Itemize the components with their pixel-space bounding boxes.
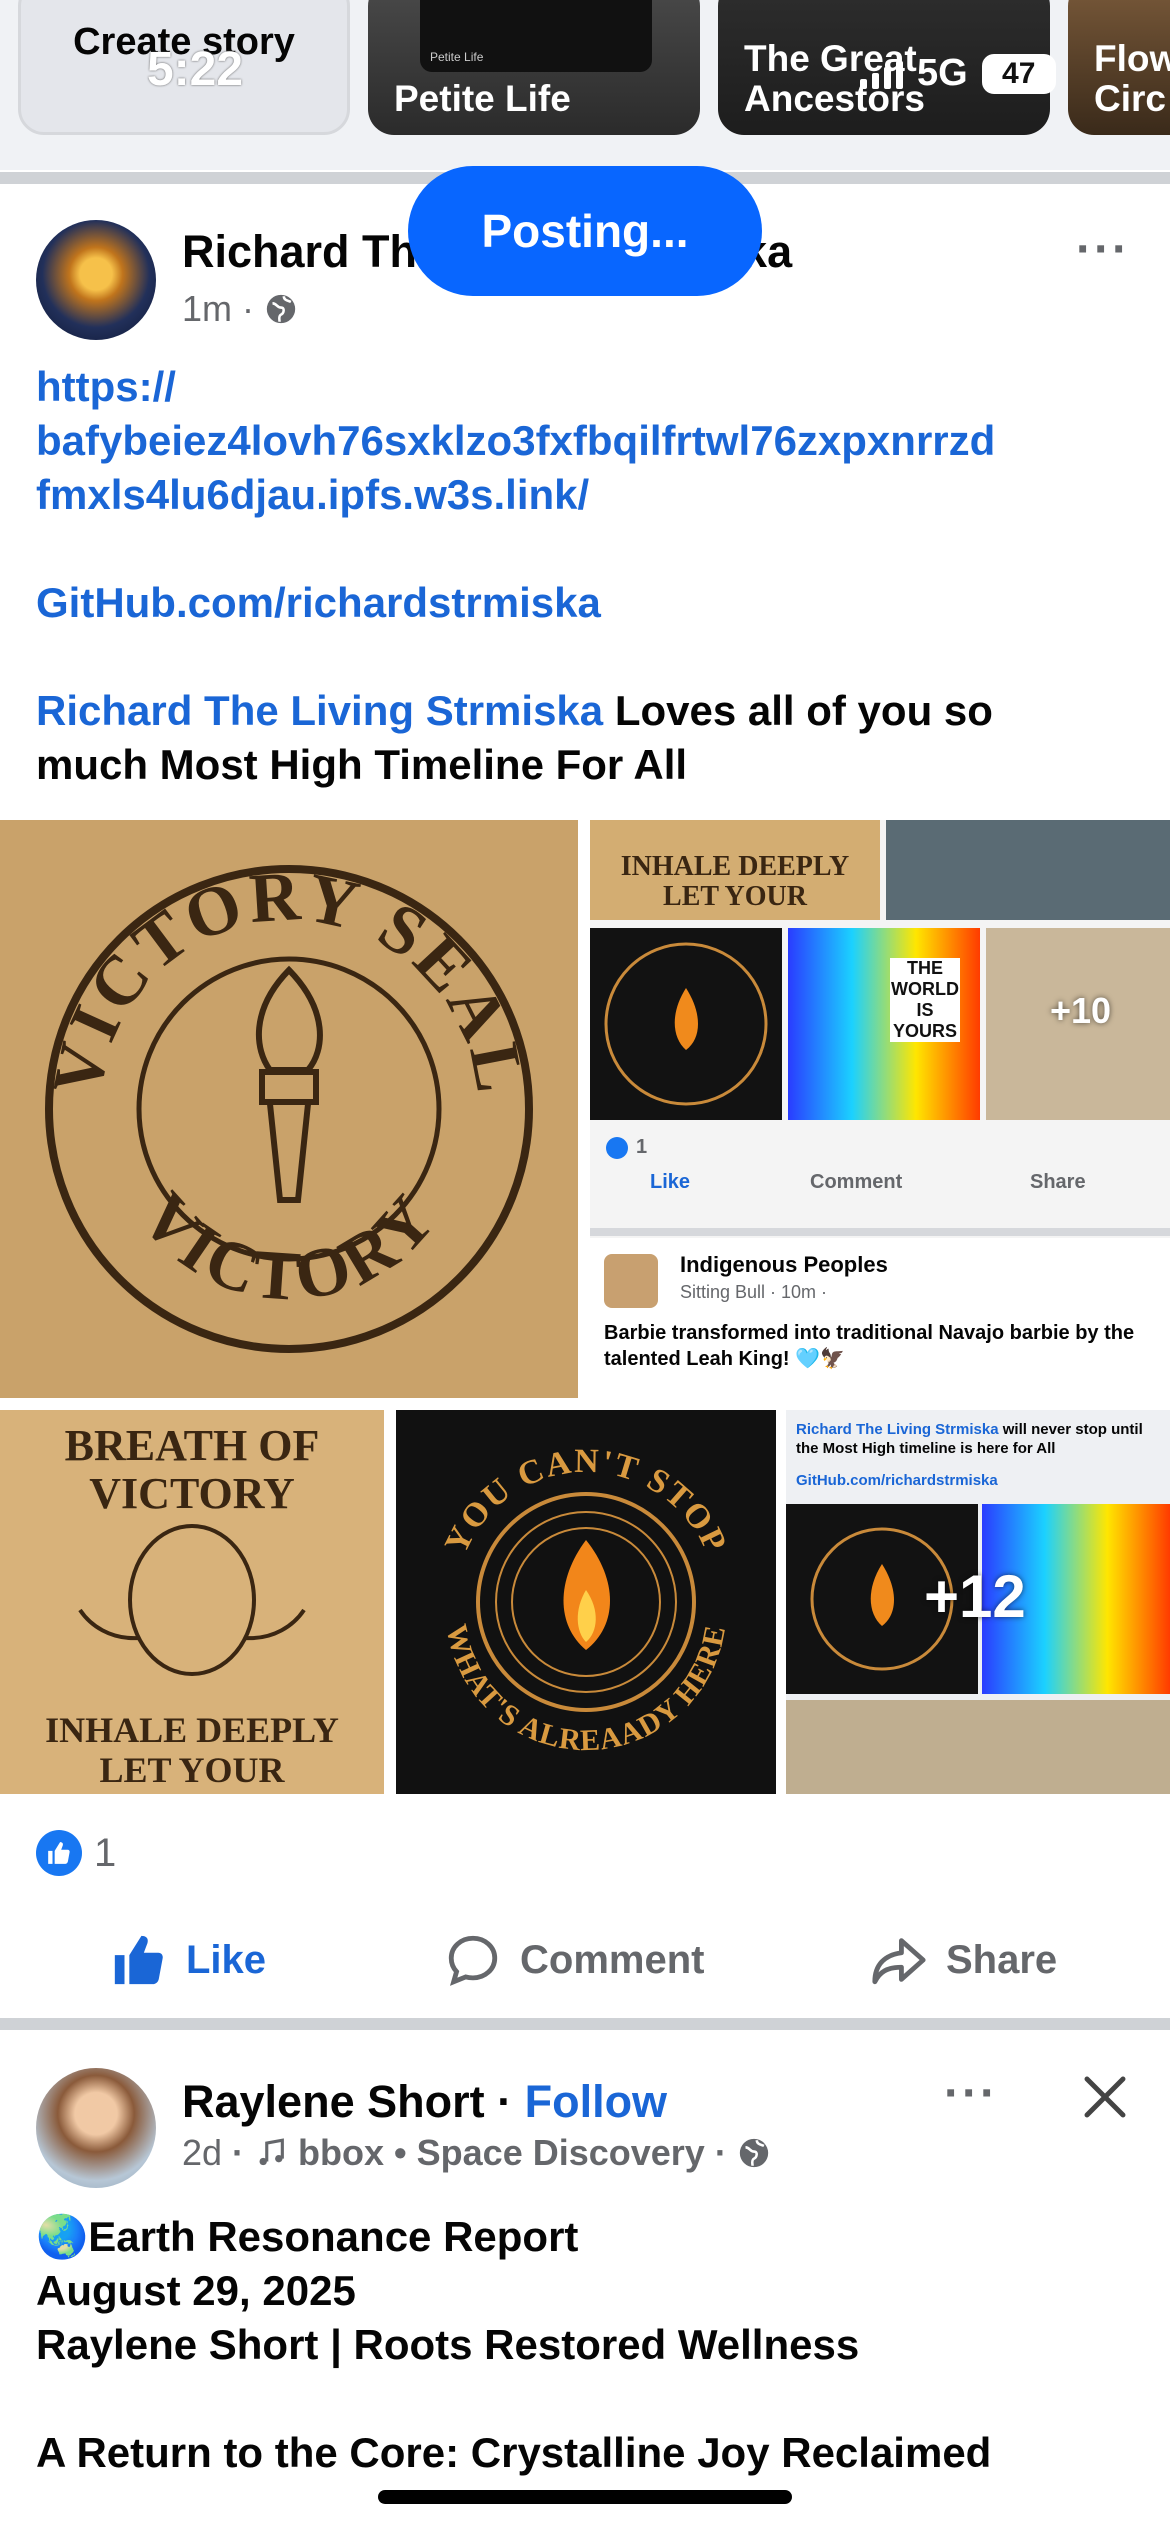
strip-let-your: LET YOUR [663,881,807,912]
avatar[interactable] [36,220,156,340]
post2-text: 🌏Earth Resonance Report August 29, 2025 … [36,2210,1146,2480]
strip-inhale: INHALE DEEPLY [620,851,850,882]
post-text: https:// bafybeiez4lovh76sxklzo3fxfbqilf… [36,360,1146,792]
post-link-3[interactable]: fmxls4lu6djau.ipfs.w3s.link/ [36,468,1146,522]
g5-bottom [786,1700,1170,1794]
meta-dot: · [242,288,255,329]
story-mini-text: Petite Life [430,50,484,64]
avatar[interactable] [36,2068,156,2188]
close-icon[interactable] [1078,2070,1132,2124]
like-reaction-icon [36,1830,82,1876]
mini-group-meta: Sitting Bull · 10m · [680,1282,828,1302]
g5-caption-name: Richard The Living Strmiska [796,1421,999,1438]
photo-more-collage[interactable]: Richard The Living Strmiska will never s… [786,1410,1170,1794]
plus-ten: +10 [1050,990,1112,1031]
post-message: Richard The Living Strmiska Loves all of… [36,684,1146,738]
post-link-1[interactable]: https:// [36,360,1146,414]
status-time: 5:22 [146,43,244,96]
post2-time: 2d [182,2132,223,2173]
story-title: Flow Circ [1094,38,1170,119]
breath-inhale: INHALE DEEPLY [45,1710,339,1750]
post2-meta: 2d · bbox • Space Discovery · [182,2132,771,2174]
message-part-b: much Most High Timeline For All [36,741,688,788]
mini-cant-stop [590,928,782,1120]
story-petite-life[interactable]: Petite Life Petite Life [368,0,700,135]
post2-line-3: Raylene Short | Roots Restored Wellness [36,2321,860,2368]
g5-caption: Richard The Living Strmiska will never s… [796,1420,1160,1458]
signal-icon [860,59,903,89]
story-title: Petite Life [394,78,571,119]
g5-caption-link: GitHub.com/richardstrmiska [796,1472,998,1489]
status-indicators: 5G 47 [860,52,1056,95]
home-indicator[interactable] [378,2490,792,2504]
share-label: Share [946,1937,1058,1982]
breath-let-your: LET YOUR [99,1750,285,1790]
post-time: 1m [182,288,233,329]
photo-screenshot-collage[interactable]: INHALE DEEPLY LET YOUR THE WORLD IS YOURS… [590,820,1170,1398]
follow-button[interactable]: Follow [525,2076,667,2127]
like-button[interactable]: Like [110,1920,266,2000]
meta-dot: · [714,2132,727,2173]
message-part-a: Loves all of you so [603,687,993,734]
reaction-summary[interactable]: 1 [36,1830,116,1876]
posting-banner: Posting... [408,166,762,296]
battery-level: 47 [1002,56,1036,90]
post2-line-2: August 29, 2025 [36,2267,356,2314]
post-actions: Like Comment Share [0,1920,1170,2000]
more-options-icon[interactable]: ··· [944,2066,998,2121]
divider [0,2018,1170,2030]
mini-group-avatar [604,1254,658,1308]
post2-line-5: A Return to the Core: Crystalline Joy Re… [36,2429,992,2476]
post-meta: 1m · [182,288,298,330]
photo-breath-of-victory[interactable]: BREATH OF VICTORY INHALE DEEPLY LET YOUR [0,1410,384,1794]
github-link[interactable]: GitHub.com/richardstrmiska [36,576,1146,630]
post-link-2[interactable]: bafybeiez4lovh76sxklzo3fxfbqilfrtwl76zxp… [36,414,1146,468]
photo-victory-seal[interactable]: VICTORY SEAL VICTORY [0,820,578,1398]
mini-more: +10 [986,928,1170,1120]
more-options-icon[interactable]: ··· [1076,222,1130,277]
mini-share: Share [1030,1170,1086,1193]
strip-breath-text: INHALE DEEPLY LET YOUR [590,852,880,912]
strip-breath: INHALE DEEPLY LET YOUR [590,820,880,920]
post2-author: Raylene Short · Follow [182,2074,667,2130]
post-author-start: Richard Th [182,226,418,277]
globe-icon [739,2138,768,2168]
post2-music[interactable]: bbox • Space Discovery [298,2132,705,2174]
name-dot: · [484,2076,525,2127]
story-flow[interactable]: Flow Circ [1068,0,1170,135]
breath-bottom: INHALE DEEPLY LET YOUR [0,1710,384,1790]
mini-comment: Comment [810,1170,903,1193]
mini-world-text: THE WORLD IS YOURS [890,958,960,1042]
svg-text:VICTORY SEAL: VICTORY SEAL [39,858,540,1102]
photo-cant-stop[interactable]: YOU CAN'T STOP WHAT'S ALREAADY HERE [396,1410,776,1794]
mini-divider [590,1228,1170,1236]
share-icon [872,1938,926,1985]
globe-icon [266,294,296,324]
post2-author-name[interactable]: Raylene Short [182,2076,485,2127]
reaction-count: 1 [94,1830,117,1875]
mini-reaction-count: 1 [636,1136,648,1158]
mini-group-text: Barbie transformed into traditional Nava… [604,1322,1135,1370]
battery-icon: 47 [981,53,1056,94]
comment-icon [448,1935,498,1986]
like-icon [114,1935,163,1985]
mini-like: Like [650,1170,691,1193]
comment-label: Comment [520,1937,705,1982]
comment-button[interactable]: Comment [444,1920,704,2000]
post2-line-1: 🌏Earth Resonance Report [36,2213,579,2260]
mini-group-name: Indigenous Peoples [680,1252,888,1277]
mini-post: Indigenous Peoples Sitting Bull · 10m · … [590,1238,1170,1398]
tagged-name[interactable]: Richard The Living Strmiska [36,687,603,734]
meta-dot: · [232,2132,245,2173]
strip-screenshot [886,820,1170,920]
seal-top-text: VICTORY SEAL [39,858,536,1102]
share-button[interactable]: Share [870,1920,1057,2000]
like-label: Like [186,1937,267,1982]
music-icon [259,2138,284,2166]
plus-more-count: +12 [924,1563,1026,1630]
network-label: 5G [917,52,968,94]
mini-reaction-row: 1 [590,1136,1170,1159]
mini-world-yours: THE WORLD IS YOURS [788,928,980,1120]
